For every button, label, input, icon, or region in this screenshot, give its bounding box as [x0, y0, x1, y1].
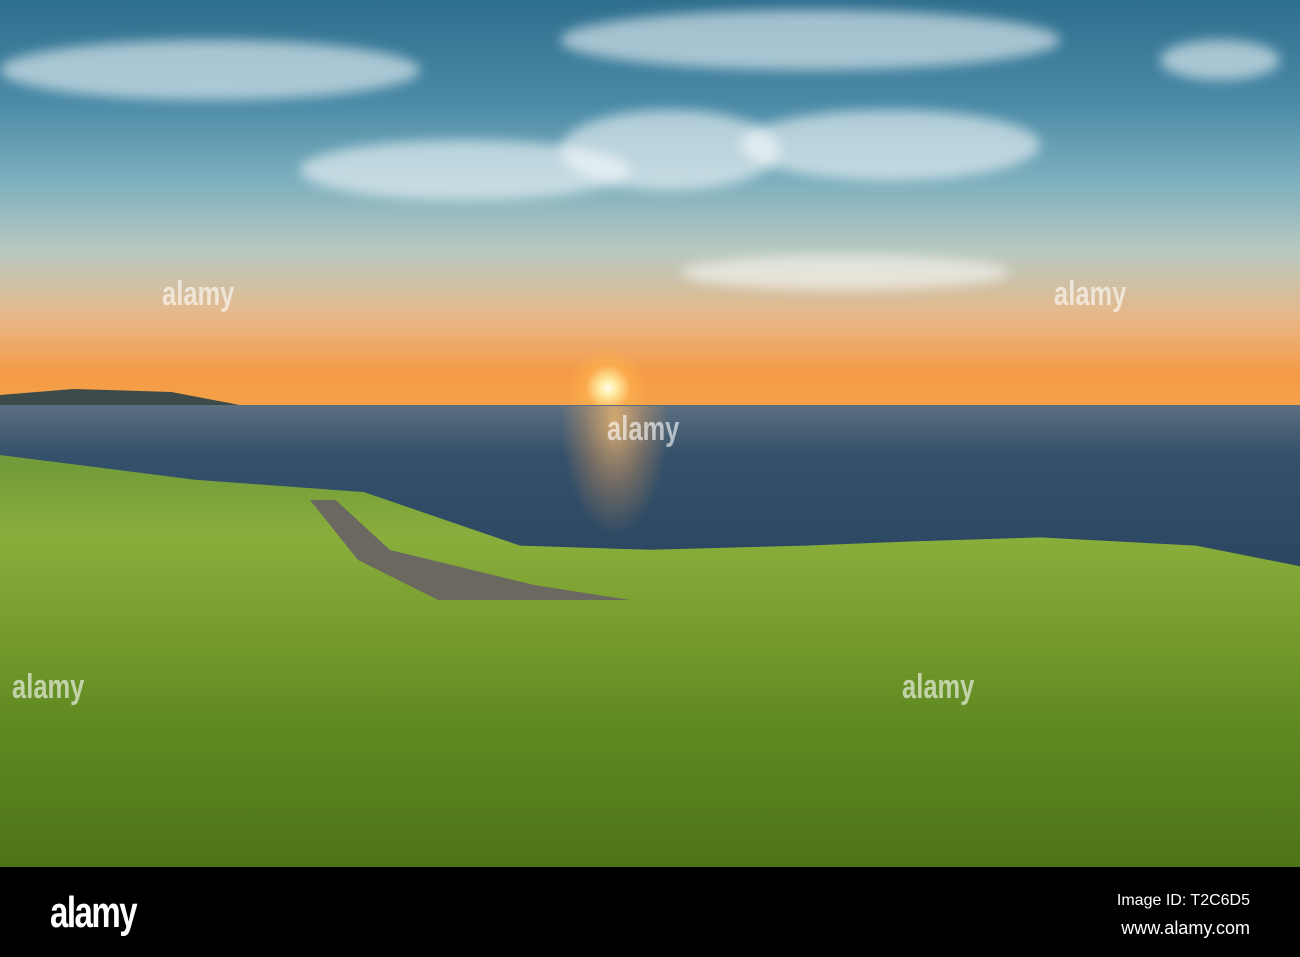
cloud: [300, 140, 630, 200]
watermark: alamy: [902, 668, 975, 706]
cloud: [1160, 40, 1280, 80]
site-url: www.alamy.com: [1121, 918, 1250, 938]
image-id: Image ID: T2C6D5: [1116, 892, 1250, 909]
photo: alamy alamy alamy alamy alamy: [0, 0, 1300, 867]
cloud: [560, 10, 1060, 70]
watermark: alamy: [162, 275, 235, 313]
watermark: alamy: [12, 668, 85, 706]
watermark: alamy: [1054, 275, 1127, 313]
watermark-bar: [0, 867, 1300, 957]
cloud: [740, 110, 1040, 180]
watermark: alamy: [607, 410, 680, 448]
cloud: [0, 40, 420, 100]
alamy-logo: alamy: [50, 888, 138, 937]
cloud: [680, 255, 1010, 290]
